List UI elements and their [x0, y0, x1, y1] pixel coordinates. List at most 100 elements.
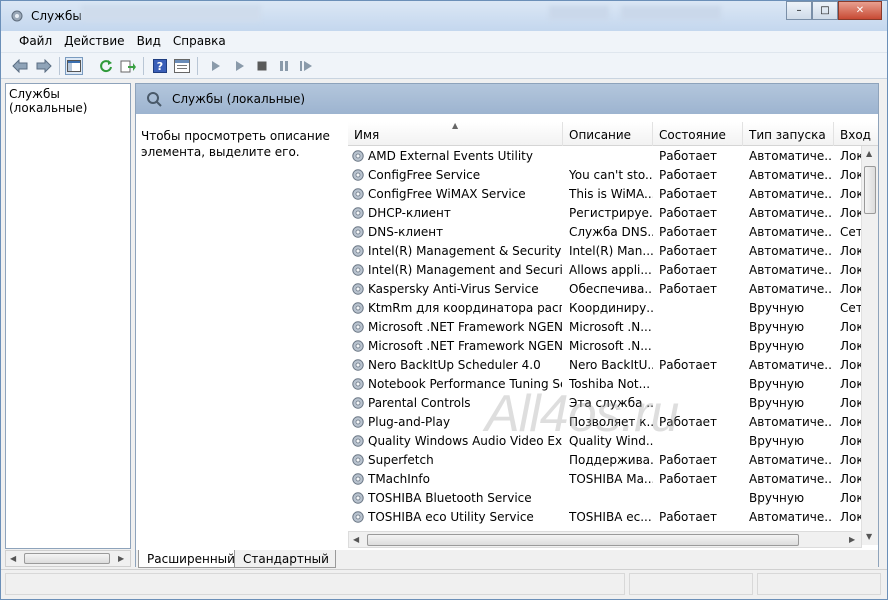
tab-standard[interactable]: Стандартный [234, 550, 336, 568]
service-gear-icon [352, 454, 364, 466]
menu-bar: Файл Действие Вид Справка [1, 31, 887, 53]
service-gear-icon [352, 321, 364, 333]
service-gear-icon [352, 264, 364, 276]
menu-view[interactable]: Вид [131, 31, 167, 48]
service-row[interactable]: Microsoft .NET Framework NGEN ... Micros… [348, 337, 864, 356]
service-description: Обеспечива... [569, 282, 653, 296]
service-row[interactable]: Kaspersky Anti-Virus Service Обеспечива.… [348, 280, 864, 299]
service-gear-icon [352, 340, 364, 352]
refresh-button[interactable] [97, 57, 115, 75]
service-gear-icon [352, 397, 364, 409]
service-state: Работает [659, 472, 718, 486]
column-header-description[interactable]: Описание [563, 122, 653, 146]
service-row[interactable]: Microsoft .NET Framework NGEN ... Micros… [348, 318, 864, 337]
service-description: Регистрируе... [569, 206, 653, 220]
scroll-right-icon[interactable]: ▶ [118, 554, 124, 563]
service-row[interactable]: Intel(R) Management and Security ... All… [348, 261, 864, 280]
start-service-button[interactable] [207, 57, 225, 75]
scroll-thumb[interactable] [367, 534, 799, 546]
maximize-button[interactable]: □ [812, 1, 838, 20]
column-header-startup-type[interactable]: Тип запуска [743, 122, 834, 146]
pause-service-button[interactable] [275, 57, 293, 75]
stop-service-button[interactable] [253, 57, 271, 75]
service-row[interactable]: KtmRm для координатора распр... Координи… [348, 299, 863, 318]
menu-action[interactable]: Действие [58, 31, 130, 48]
menu-file[interactable]: Файл [13, 31, 58, 48]
scroll-down-icon[interactable]: ▼ [866, 532, 872, 541]
service-state: Работает [659, 263, 718, 277]
scroll-thumb[interactable] [24, 553, 110, 564]
service-row[interactable]: Intel(R) Management & Security A... Inte… [348, 242, 864, 261]
forward-button[interactable] [35, 57, 53, 75]
service-description: Координиру... [569, 301, 653, 315]
title-bar[interactable]: Службы – □ ✕ [1, 1, 887, 31]
service-name: Intel(R) Management & Security A... [368, 244, 562, 258]
service-gear-icon [352, 150, 364, 162]
service-description: Служба DNS... [569, 225, 653, 239]
scroll-up-icon[interactable]: ▲ [866, 149, 872, 158]
tab-extended[interactable]: Расширенный [138, 550, 242, 568]
blurred-area [549, 6, 609, 20]
service-startup-type: Автоматиче... [749, 187, 833, 201]
start-service-alt-button[interactable] [231, 57, 249, 75]
list-horizontal-scrollbar[interactable]: ◀ ▶ [348, 531, 862, 548]
tree-horizontal-scrollbar[interactable]: ◀ ▶ [5, 550, 131, 567]
column-header-name[interactable]: Имя ▲ [348, 122, 563, 146]
properties-button[interactable] [173, 57, 191, 75]
banner-title: Службы (локальные) [172, 92, 306, 106]
service-description: Microsoft .N... [569, 339, 652, 353]
service-state: Работает [659, 206, 718, 220]
list-vertical-scrollbar[interactable]: ▲ ▼ [861, 146, 878, 545]
play-icon [212, 61, 220, 71]
services-window: Службы – □ ✕ Файл Действие Вид Справка ?… [0, 0, 888, 600]
refresh-icon [100, 60, 112, 73]
rows-container: AMD External Events Utility Работает Авт… [348, 147, 864, 527]
status-cell [629, 573, 753, 595]
service-gear-icon [352, 283, 364, 295]
service-row[interactable]: DHCP-клиент Регистрируе... Работает Авто… [348, 204, 864, 223]
service-row[interactable]: AMD External Events Utility Работает Авт… [348, 147, 864, 166]
service-row[interactable]: TOSHIBA eco Utility Service TOSHIBA ec..… [348, 508, 864, 527]
service-row[interactable]: DNS-клиент Служба DNS... Работает Автома… [348, 223, 863, 242]
service-startup-type: Автоматиче... [749, 472, 833, 486]
service-state: Работает [659, 510, 718, 524]
service-row[interactable]: TMachInfo TOSHIBA Ma... Работает Автомат… [348, 470, 864, 489]
show-console-tree-button[interactable] [65, 57, 83, 75]
service-state: Работает [659, 358, 718, 372]
stop-icon [257, 61, 267, 71]
help-button[interactable]: ? [151, 57, 169, 75]
service-row[interactable]: ConfigFree WiMAX Service This is WiMA...… [348, 185, 864, 204]
service-startup-type: Автоматиче... [749, 206, 833, 220]
toolbar-separator [197, 57, 198, 75]
service-row[interactable]: Nero BackItUp Scheduler 4.0 Nero BackItU… [348, 356, 864, 375]
scroll-left-icon[interactable]: ◀ [353, 535, 359, 544]
service-state: Работает [659, 149, 718, 163]
scroll-thumb[interactable] [864, 166, 876, 214]
tree-item-services-local[interactable]: Службы (локальные) [9, 87, 130, 115]
close-button[interactable]: ✕ [838, 1, 882, 20]
service-gear-icon [352, 188, 364, 200]
minimize-button[interactable]: – [786, 1, 812, 20]
service-gear-icon [352, 378, 364, 390]
export-list-button[interactable] [119, 57, 137, 75]
service-row[interactable]: ConfigFree Service You can't sto... Рабо… [348, 166, 864, 185]
restart-service-button[interactable] [297, 57, 315, 75]
services-list: Имя ▲ Описание Состояние Тип запуска Вход… [348, 114, 878, 548]
service-startup-type: Вручную [749, 339, 805, 353]
column-header-logon[interactable]: Вход [834, 122, 878, 146]
menu-help[interactable]: Справка [167, 31, 232, 48]
service-row[interactable]: TOSHIBA Bluetooth Service Вручную Лок [348, 489, 864, 508]
service-name: Microsoft .NET Framework NGEN ... [368, 320, 562, 334]
service-startup-type: Автоматиче... [749, 168, 833, 182]
scroll-right-icon[interactable]: ▶ [849, 535, 855, 544]
column-header-state[interactable]: Состояние [653, 122, 743, 146]
arrow-left-icon [12, 59, 28, 73]
service-gear-icon [352, 226, 364, 238]
window-title: Службы [31, 9, 82, 23]
scroll-left-icon[interactable]: ◀ [10, 554, 16, 563]
service-row[interactable]: Superfetch Поддержива... Работает Автома… [348, 451, 864, 470]
back-button[interactable] [11, 57, 29, 75]
service-gear-icon [352, 435, 364, 447]
service-gear-icon [352, 302, 364, 314]
service-name: DHCP-клиент [368, 206, 451, 220]
